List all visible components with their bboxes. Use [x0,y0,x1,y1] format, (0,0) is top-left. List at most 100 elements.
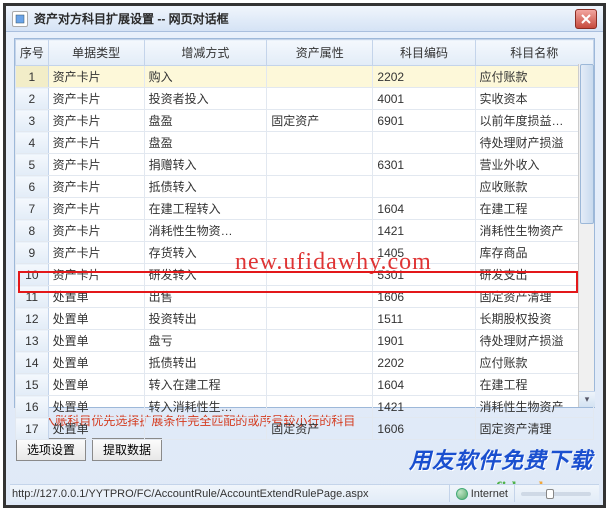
cell-doc-type[interactable]: 处置单 [48,374,144,396]
cell-mode[interactable]: 转入在建工程 [144,374,267,396]
cell-mode[interactable]: 盘亏 [144,330,267,352]
cell-code[interactable]: 1511 [373,308,475,330]
table-row[interactable]: 11处置单出售1606固定资产清理 [16,286,594,308]
col-seq[interactable]: 序号 [16,40,49,66]
cell-attr[interactable] [267,220,373,242]
cell-attr[interactable] [267,396,373,418]
cell-attr[interactable]: 固定资产 [267,110,373,132]
table-row[interactable]: 10资产卡片研发转入 5301研发支出 [16,264,594,286]
cell-code[interactable]: 1421 [373,396,475,418]
cell-mode[interactable]: 投资者投入 [144,88,267,110]
table-row[interactable]: 3资产卡片盘盈固定资产6901以前年度损益… [16,110,594,132]
cell-name[interactable]: 应收账款 [475,176,594,198]
scroll-thumb[interactable] [580,64,594,224]
cell-doc-type[interactable]: 处置单 [48,330,144,352]
cell-mode[interactable]: 转入消耗性生… [144,396,267,418]
cell-name[interactable]: 固定资产清理 [475,418,594,440]
cell-name[interactable]: 应付账款 [475,352,594,374]
cell-name[interactable]: 研发支出 [475,264,594,286]
cell-attr[interactable] [267,330,373,352]
table-row[interactable]: 12处置单投资转出1511长期股权投资 [16,308,594,330]
cell-mode[interactable]: 研发转入 [144,264,267,286]
close-button[interactable] [575,9,597,29]
cell-seq[interactable]: 15 [16,374,49,396]
table-row[interactable]: 2资产卡片投资者投入4001实收资本 [16,88,594,110]
table-row[interactable]: 13处置单盘亏 1901待处理财产损溢 [16,330,594,352]
cell-name[interactable]: 待处理财产损溢 [475,330,594,352]
cell-seq[interactable]: 4 [16,132,49,154]
cell-doc-type[interactable]: 处置单 [48,418,144,440]
cell-attr[interactable] [267,286,373,308]
cell-name[interactable]: 实收资本 [475,88,594,110]
cell-seq[interactable]: 11 [16,286,49,308]
cell-seq[interactable]: 6 [16,176,49,198]
cell-code[interactable] [373,176,475,198]
cell-attr[interactable] [267,154,373,176]
cell-mode[interactable]: 购入 [144,66,267,88]
table-row[interactable]: 8资产卡片消耗性生物资…1421消耗性生物资产 [16,220,594,242]
cell-code[interactable]: 4001 [373,88,475,110]
cell-mode[interactable] [144,418,267,440]
cell-doc-type[interactable]: 处置单 [48,396,144,418]
cell-code[interactable]: 6301 [373,154,475,176]
cell-doc-type[interactable]: 资产卡片 [48,66,144,88]
cell-code[interactable] [373,132,475,154]
cell-mode[interactable]: 出售 [144,286,267,308]
cell-seq[interactable]: 7 [16,198,49,220]
cell-seq[interactable]: 1 [16,66,49,88]
col-mode[interactable]: 增减方式 [144,40,267,66]
cell-mode[interactable]: 消耗性生物资… [144,220,267,242]
zoom-thumb[interactable] [546,489,554,499]
table-row[interactable]: 17处置单固定资产1606固定资产清理 [16,418,594,440]
cell-mode[interactable]: 抵债转入 [144,176,267,198]
zoom-control[interactable] [514,485,597,502]
cell-seq[interactable]: 14 [16,352,49,374]
cell-seq[interactable]: 13 [16,330,49,352]
cell-doc-type[interactable]: 资产卡片 [48,176,144,198]
table-row[interactable]: 1资产卡片购入 2202应付账款 [16,66,594,88]
table-row[interactable]: 7资产卡片在建工程转入1604在建工程 [16,198,594,220]
cell-code[interactable]: 2202 [373,352,475,374]
cell-name[interactable]: 消耗性生物资产 [475,396,594,418]
cell-code[interactable]: 1606 [373,286,475,308]
vertical-scrollbar[interactable]: ▾ [578,64,594,407]
cell-attr[interactable] [267,352,373,374]
cell-code[interactable]: 2202 [373,66,475,88]
cell-doc-type[interactable]: 资产卡片 [48,220,144,242]
cell-doc-type[interactable]: 处置单 [48,352,144,374]
cell-mode[interactable]: 存货转入 [144,242,267,264]
cell-doc-type[interactable]: 资产卡片 [48,132,144,154]
cell-attr[interactable] [267,242,373,264]
cell-mode[interactable]: 投资转出 [144,308,267,330]
cell-seq[interactable]: 16 [16,396,49,418]
cell-doc-type[interactable]: 资产卡片 [48,198,144,220]
scroll-down-button[interactable]: ▾ [579,391,595,407]
cell-code[interactable]: 1604 [373,374,475,396]
cell-name[interactable]: 在建工程 [475,374,594,396]
cell-code[interactable]: 1604 [373,198,475,220]
cell-seq[interactable]: 3 [16,110,49,132]
cell-seq[interactable]: 12 [16,308,49,330]
cell-name[interactable]: 营业外收入 [475,154,594,176]
cell-code[interactable]: 1901 [373,330,475,352]
cell-code[interactable]: 5301 [373,264,475,286]
cell-name[interactable]: 消耗性生物资产 [475,220,594,242]
table-row[interactable]: 4资产卡片盘盈待处理财产损溢 [16,132,594,154]
col-attr[interactable]: 资产属性 [267,40,373,66]
table-row[interactable]: 14处置单抵债转出 2202应付账款 [16,352,594,374]
cell-doc-type[interactable]: 资产卡片 [48,110,144,132]
cell-attr[interactable] [267,176,373,198]
cell-mode[interactable]: 捐赠转入 [144,154,267,176]
cell-attr[interactable] [267,374,373,396]
col-name[interactable]: 科目名称 [475,40,594,66]
table-row[interactable]: 5资产卡片捐赠转入6301营业外收入 [16,154,594,176]
table-row[interactable]: 6资产卡片抵债转入 应收账款 [16,176,594,198]
cell-seq[interactable]: 9 [16,242,49,264]
table-row[interactable]: 15处置单转入在建工程 1604在建工程 [16,374,594,396]
cell-mode[interactable]: 抵债转出 [144,352,267,374]
cell-doc-type[interactable]: 资产卡片 [48,154,144,176]
cell-name[interactable]: 应付账款 [475,66,594,88]
cell-attr[interactable] [267,66,373,88]
cell-seq[interactable]: 10 [16,264,49,286]
cell-doc-type[interactable]: 资产卡片 [48,264,144,286]
